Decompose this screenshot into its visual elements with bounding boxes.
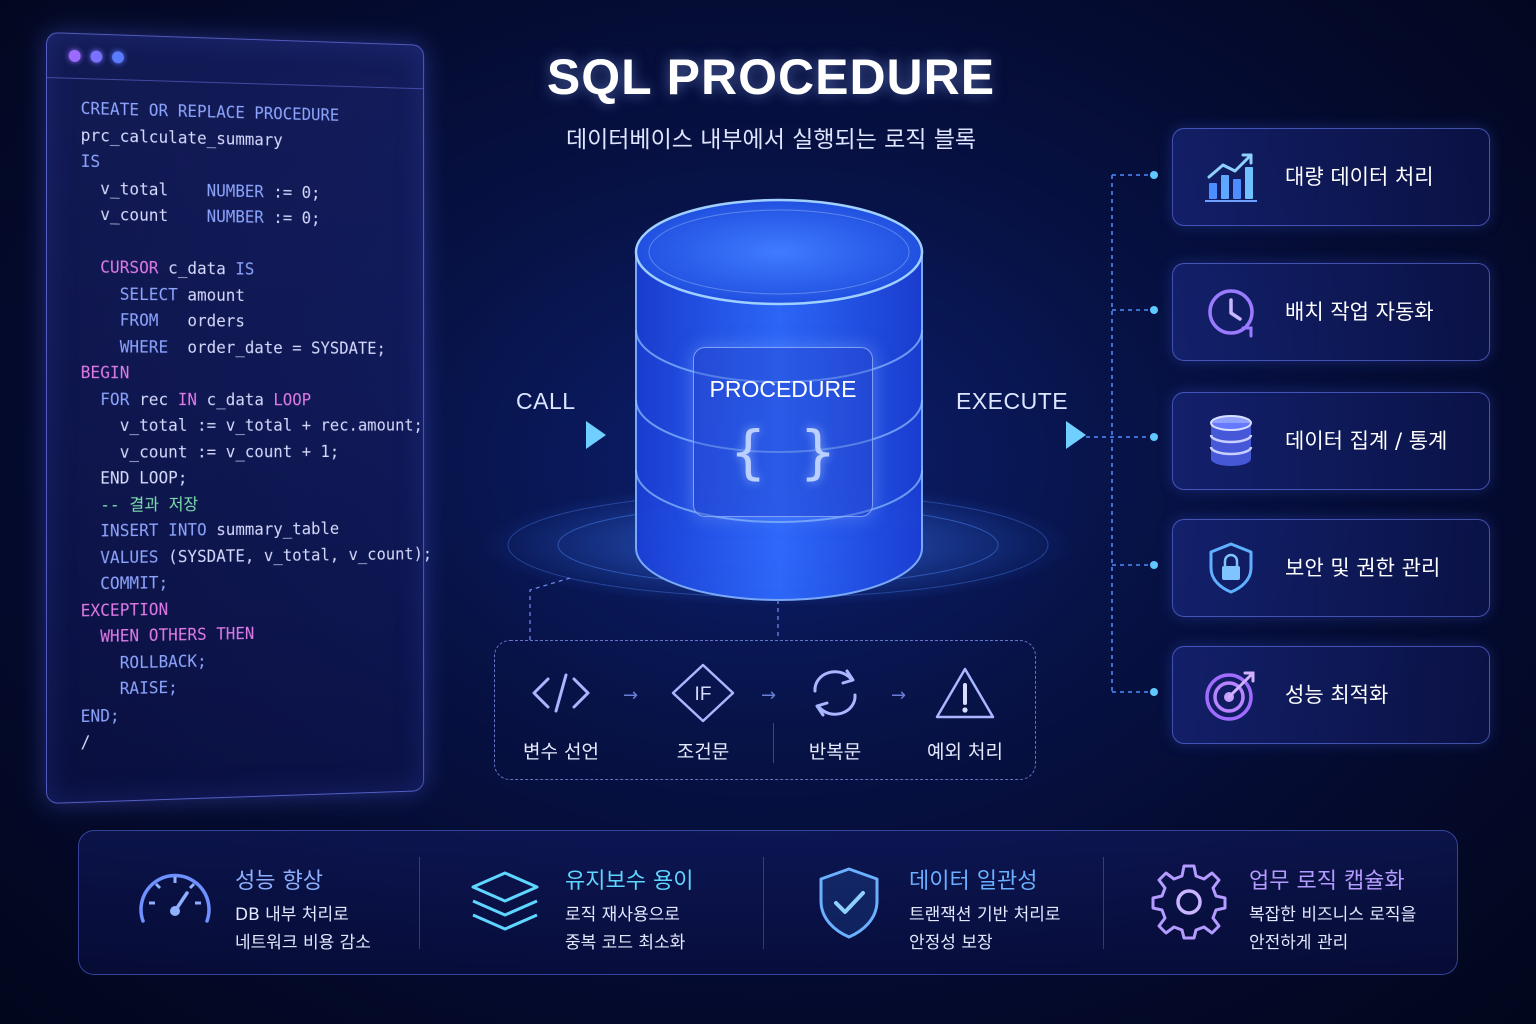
- feature-node-5: [1150, 688, 1158, 696]
- feature-node-2: [1150, 306, 1158, 314]
- benefit-consistency: 데이터 일관성 트랜잭션 기반 처리로 안정성 보장: [753, 831, 1103, 974]
- speedometer-icon: [135, 863, 215, 943]
- benefit-desc-line: 안정성 보장: [909, 929, 1061, 957]
- benefit-maintainability: 유지보수 용이 로직 재사용으로 중복 코드 최소화: [409, 831, 759, 974]
- braces-icon: { }: [694, 418, 872, 486]
- benefit-desc-line: 네트워크 비용 감소: [235, 929, 371, 957]
- call-label: CALL: [516, 388, 576, 415]
- code-icon: [526, 665, 596, 721]
- procedure-label: PROCEDURE: [694, 376, 872, 403]
- shield-check-icon: [809, 863, 889, 943]
- feature-label: 배치 작업 자동화: [1285, 296, 1434, 326]
- clock-icon: [1203, 284, 1259, 340]
- execute-arrow-head: [1066, 421, 1086, 449]
- feature-performance-optimization: 성능 최적화: [1172, 646, 1490, 744]
- feature-data-aggregation: 데이터 집계 / 통계: [1172, 392, 1490, 490]
- step-arrow-icon: →: [761, 685, 776, 706]
- step-loop: 반복문: [775, 665, 895, 764]
- lock-shield-icon: [1203, 540, 1259, 596]
- db-cylinder-top: [636, 200, 922, 304]
- benefits-panel: 성능 향상 DB 내부 처리로 네트워크 비용 감소 유지보수 용이 로직 재사…: [78, 830, 1458, 975]
- feature-label: 성능 최적화: [1285, 679, 1388, 709]
- benefit-title: 데이터 일관성: [909, 863, 1037, 895]
- benefit-desc-line: 트랜잭션 기반 처리로: [909, 901, 1061, 929]
- step-label: 예외 처리: [905, 737, 1025, 764]
- loop-icon: [803, 665, 867, 721]
- benefit-desc-line: 복잡한 비즈니스 로직을: [1249, 901, 1416, 929]
- step-label: 변수 선언: [501, 737, 621, 764]
- benefit-description: DB 내부 처리로 네트워크 비용 감소: [235, 901, 371, 957]
- feature-bulk-processing: 대량 데이터 처리: [1172, 128, 1490, 226]
- feature-node-1: [1150, 171, 1158, 179]
- benefit-description: 트랜잭션 기반 처리로 안정성 보장: [909, 901, 1061, 957]
- feature-security: 보안 및 권한 관리: [1172, 519, 1490, 617]
- step-exception: 예외 처리: [905, 665, 1025, 764]
- feature-label: 보안 및 권한 관리: [1285, 552, 1440, 582]
- layers-icon: [465, 863, 545, 943]
- feature-node-3: [1150, 433, 1158, 441]
- benefit-desc-line: 중복 코드 최소화: [565, 929, 685, 957]
- step-arrow-icon: →: [891, 685, 906, 706]
- benefit-title: 업무 로직 캡슐화: [1249, 863, 1405, 895]
- feature-label: 데이터 집계 / 통계: [1285, 425, 1447, 455]
- step-label: 반복문: [775, 737, 895, 764]
- benefit-performance: 성능 향상 DB 내부 처리로 네트워크 비용 감소: [79, 831, 419, 974]
- bar-chart-icon: [1203, 149, 1259, 205]
- step-condition: IF 조건문: [643, 665, 763, 764]
- if-diamond-icon: IF: [671, 663, 735, 723]
- warning-icon: [933, 665, 997, 721]
- step-arrow-icon: →: [623, 685, 638, 706]
- step-divider: [773, 723, 774, 763]
- feature-node-4: [1150, 561, 1158, 569]
- step-variable-declaration: 변수 선언: [501, 665, 621, 764]
- gear-icon: [1149, 863, 1229, 943]
- if-icon-text: IF: [695, 684, 712, 705]
- benefit-desc-line: 안전하게 관리: [1249, 929, 1416, 957]
- call-arrow-head: [586, 421, 606, 449]
- feature-label: 대량 데이터 처리: [1285, 161, 1434, 191]
- benefit-desc-line: DB 내부 처리로: [235, 901, 371, 929]
- benefit-desc-line: 로직 재사용으로: [565, 901, 685, 929]
- procedure-card: PROCEDURE { }: [693, 347, 873, 517]
- target-icon: [1203, 667, 1259, 723]
- benefit-title: 유지보수 용이: [565, 863, 693, 895]
- execute-label: EXECUTE: [956, 388, 1068, 415]
- step-label: 조건문: [643, 737, 763, 764]
- benefit-encapsulation: 업무 로직 캡슐화 복잡한 비즈니스 로직을 안전하게 관리: [1093, 831, 1455, 974]
- benefit-title: 성능 향상: [235, 863, 323, 895]
- benefit-description: 로직 재사용으로 중복 코드 최소화: [565, 901, 685, 957]
- procedure-steps: 변수 선언 → IF 조건문 → 반복문 → 예외 처리: [494, 640, 1036, 780]
- feature-batch-automation: 배치 작업 자동화: [1172, 263, 1490, 361]
- database-icon: [1203, 413, 1259, 469]
- benefit-description: 복잡한 비즈니스 로직을 안전하게 관리: [1249, 901, 1416, 957]
